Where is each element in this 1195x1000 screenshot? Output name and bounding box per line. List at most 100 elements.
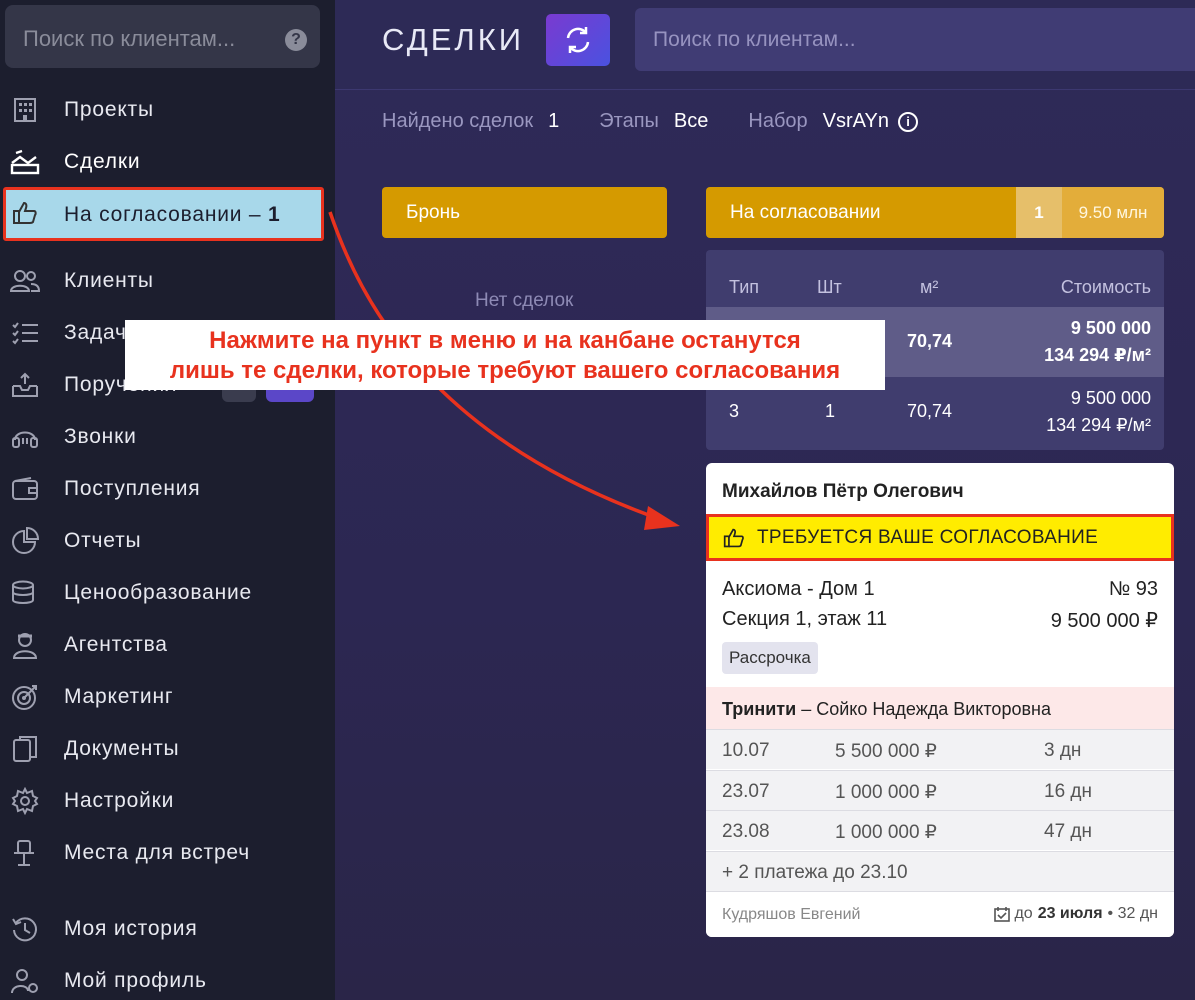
payment-type-tag: Рассрочка — [722, 642, 818, 674]
table-header: Шт — [817, 277, 842, 297]
sidebar-item-deals[interactable]: Сделки — [0, 138, 335, 186]
due-date-value: 23 июля — [1037, 905, 1103, 922]
payment-days: 16 дн — [1044, 781, 1092, 802]
set-label: Набор — [748, 110, 808, 132]
payment-row: 10.07 5 500 000 ₽ 3 дн — [706, 729, 1174, 769]
help-icon[interactable]: ? — [285, 29, 307, 51]
sidebar-item-settings[interactable]: Настройки — [0, 777, 335, 825]
project-name: Аксиома - Дом 1 — [722, 578, 875, 600]
top-search-input[interactable]: Поиск по клиентам... — [635, 8, 1195, 71]
cost-per-m: 134 294 ₽/м² — [1046, 415, 1151, 435]
payment-date: 10.07 — [722, 740, 770, 761]
deal-card[interactable]: Михайлов Пётр Олегович ТРЕБУЕТСЯ ВАШЕ СО… — [706, 463, 1174, 937]
payment-date: 23.08 — [722, 821, 770, 842]
agency-separator: – — [796, 699, 817, 719]
column-sum: 9.50 млн — [1062, 187, 1164, 238]
sidebar-item-marketing[interactable]: Маркетинг — [0, 673, 335, 721]
cost-per-m: 134 294 ₽/м² — [1044, 345, 1151, 365]
agency-row: Тринити – Сойко Надежда Викторовна — [706, 687, 1174, 729]
sidebar-item-agencies[interactable]: Агентства — [0, 621, 335, 669]
sidebar-item-documents[interactable]: Документы — [0, 725, 335, 773]
sidebar-item-profile[interactable]: Мой профиль — [0, 957, 335, 1000]
due-prefix: до — [1014, 905, 1033, 922]
sidebar-item-label: Маркетинг — [64, 685, 174, 708]
sidebar-item-label: Сделки — [64, 150, 141, 173]
sidebar-search-input[interactable]: Поиск по клиентам... ? — [5, 5, 320, 68]
sidebar-item-projects[interactable]: Проекты — [0, 86, 335, 134]
tasks-icon — [10, 318, 40, 348]
card-footer: Кудряшов Евгений до 23 июля • 32 дн — [706, 891, 1174, 937]
sidebar-item-pricing[interactable]: Ценообразование — [0, 569, 335, 617]
sidebar-item-label: Отчеты — [64, 529, 142, 552]
sidebar-item-label: Настройки — [64, 789, 175, 812]
agent-icon — [10, 630, 40, 660]
sidebar-item-history[interactable]: Моя история — [0, 905, 335, 953]
cost-value: 9 500 000 — [1070, 318, 1151, 338]
unit-number: № 93 — [1108, 578, 1158, 600]
section-floor: Секция 1, этаж 11 — [722, 608, 888, 630]
annotation-line: лишь те сделки, которые требуют вашего с… — [169, 357, 841, 384]
sidebar-item-label: Места для встреч — [64, 841, 250, 864]
sidebar-item-reports[interactable]: Отчеты — [0, 517, 335, 565]
sidebar-item-approval[interactable]: На согласовании – 1 — [3, 187, 324, 241]
thumbs-up-icon — [12, 200, 42, 230]
set-value[interactable]: VsrAYn — [823, 110, 889, 133]
stages-value[interactable]: Все — [674, 110, 708, 133]
column-title: Бронь — [406, 202, 460, 223]
annotation-line: Нажмите на пункт в меню и на канбане ост… — [209, 327, 801, 354]
profile-gear-icon — [10, 966, 40, 996]
inbox-upload-icon — [10, 370, 40, 400]
sidebar-item-label: Моя история — [64, 917, 198, 940]
qty-cell: 1 — [825, 401, 836, 421]
documents-icon — [10, 734, 40, 764]
sidebar-item-income[interactable]: Поступления — [0, 465, 335, 513]
target-icon — [10, 682, 40, 712]
payment-row: 23.08 1 000 000 ₽ 47 дн — [706, 810, 1174, 850]
headset-icon — [10, 422, 40, 452]
sidebar-item-label: Ценообразование — [64, 581, 252, 604]
top-search-placeholder: Поиск по клиентам... — [653, 28, 856, 51]
cost-cell: 9 500 000 134 294 ₽/м² — [1046, 385, 1151, 439]
info-icon[interactable]: i — [898, 111, 918, 132]
client-name: Михайлов Пётр Олегович — [722, 481, 964, 502]
column-count: 1 — [1016, 187, 1062, 238]
empty-column-text: Нет сделок — [475, 290, 574, 311]
sidebar-item-label: Поступления — [64, 477, 201, 500]
found-value: 1 — [548, 110, 560, 132]
type-cell: 3 — [729, 401, 740, 421]
payment-amount: 1 000 000 ₽ — [835, 782, 937, 803]
filters-bar: Найдено сделок 1 Этапы Все Набор VsrAYn … — [382, 110, 918, 133]
sidebar-item-clients[interactable]: Клиенты — [0, 257, 335, 305]
sidebar-item-meeting-places[interactable]: Места для встреч — [0, 829, 335, 877]
due-date: до 23 июля • 32 дн — [994, 905, 1158, 923]
table-header: Тип — [729, 277, 760, 297]
gear-icon — [10, 786, 40, 816]
pie-chart-icon — [10, 526, 40, 556]
payment-date: 23.07 — [722, 781, 770, 802]
sidebar-search-placeholder: Поиск по клиентам... — [23, 26, 236, 51]
sidebar-item-calls[interactable]: Звонки — [0, 413, 335, 461]
calendar-check-icon — [994, 907, 1011, 922]
agent-name: Сойко Надежда Викторовна — [816, 699, 1051, 719]
column-header-bron[interactable]: Бронь — [382, 187, 667, 238]
table-header: м² — [920, 277, 939, 297]
agency-name: Тринити — [722, 699, 797, 719]
manager-name: Кудряшов Евгений — [722, 906, 861, 923]
sidebar: Поиск по клиентам... ? Проекты Сделки На… — [0, 0, 335, 1000]
meeting-place-icon — [10, 838, 40, 868]
thumbs-up-icon — [723, 528, 744, 547]
top-bar: СДЕЛКИ Поиск по клиентам... — [335, 0, 1195, 90]
building-icon — [10, 95, 40, 125]
page-title: СДЕЛКИ — [382, 22, 525, 57]
column-header-approval[interactable]: На согласовании 1 9.50 млн — [706, 187, 1164, 238]
more-payments[interactable]: + 2 платежа до 23.10 — [706, 851, 1174, 891]
sidebar-item-label: На согласовании – 1 — [64, 203, 281, 226]
sidebar-item-label: Агентства — [64, 633, 168, 656]
approval-required-banner[interactable]: ТРЕБУЕТСЯ ВАШЕ СОГЛАСОВАНИЕ — [706, 514, 1174, 561]
cost-cell: 9 500 000 134 294 ₽/м² — [1044, 315, 1151, 369]
area-cell: 70,74 — [907, 331, 953, 351]
area-cell: 70,74 — [907, 401, 953, 421]
refresh-button[interactable] — [546, 14, 610, 66]
history-icon — [10, 914, 40, 944]
annotation-callout: Нажмите на пункт в меню и на канбане ост… — [125, 320, 885, 390]
